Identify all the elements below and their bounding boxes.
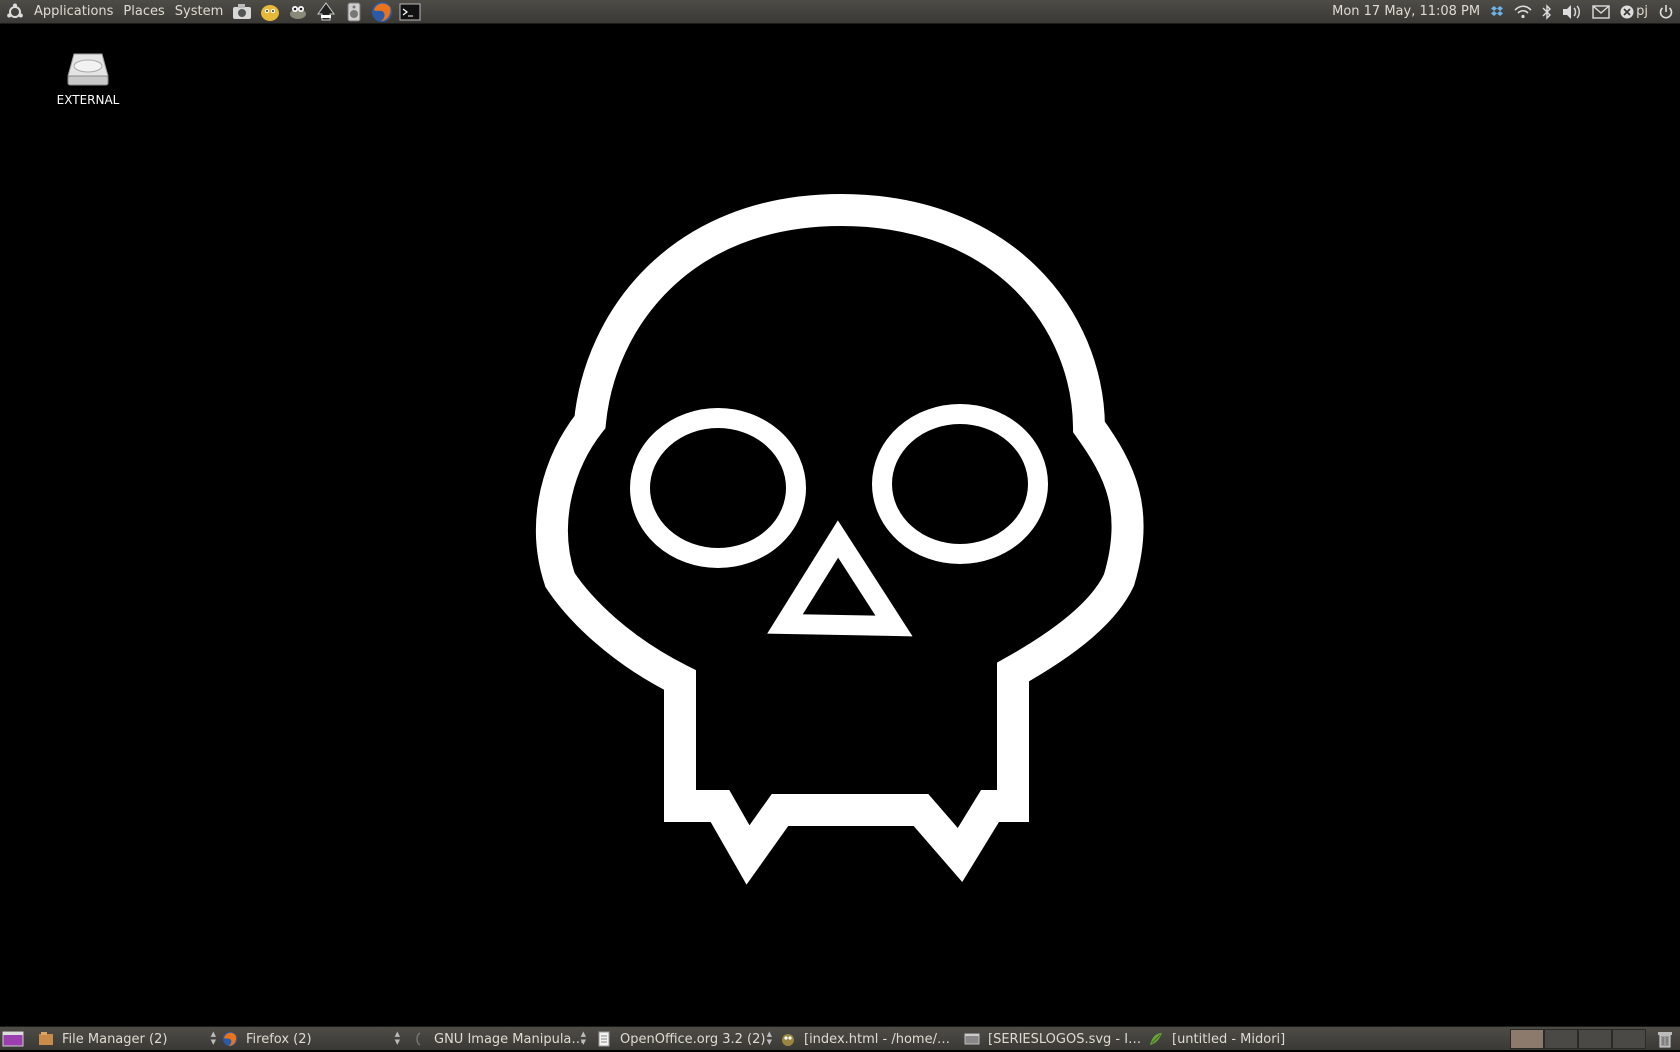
desktop-icon-label: EXTERNAL: [56, 93, 120, 107]
task-firefox[interactable]: Firefox (2) ▲ ▼: [218, 1027, 402, 1051]
group-arrows-icon: ▲ ▼: [766, 1030, 772, 1046]
volume-icon[interactable]: [1562, 4, 1582, 20]
pidgin-icon[interactable]: [259, 1, 281, 23]
mail-icon[interactable]: [1592, 4, 1610, 19]
user-name[interactable]: pj: [1636, 4, 1648, 19]
inkscape-icon[interactable]: [315, 1, 337, 23]
document-icon: [598, 1031, 610, 1047]
ubuntu-logo-icon[interactable]: [4, 1, 26, 23]
task-label: Firefox (2): [246, 1031, 312, 1047]
drive-icon: [67, 53, 109, 86]
task-label: [SERIESLOGOS.svg - In...: [988, 1031, 1142, 1047]
workspace-4[interactable]: [1612, 1029, 1646, 1049]
menu-places[interactable]: Places: [118, 0, 169, 24]
task-openoffice[interactable]: OpenOffice.org 3.2 (2) ▲ ▼: [592, 1027, 774, 1051]
group-arrows-icon: ▲ ▼: [580, 1030, 586, 1046]
nose: [767, 520, 913, 637]
workspace-1[interactable]: [1510, 1029, 1544, 1049]
menu-applications[interactable]: Applications: [29, 0, 118, 24]
task-label: OpenOffice.org 3.2 (2): [620, 1031, 766, 1047]
group-arrows-icon: ▲ ▼: [394, 1030, 400, 1046]
task-label: GNU Image Manipulati...: [434, 1031, 588, 1047]
desktop-icon-external[interactable]: EXTERNAL: [48, 50, 128, 107]
task-label: [index.html - /home/pj/...: [804, 1031, 958, 1047]
menu-system[interactable]: System: [170, 0, 228, 24]
screenshot-icon[interactable]: [231, 1, 253, 23]
editor-app-icon: [782, 1034, 794, 1046]
firefox-icon[interactable]: [371, 1, 393, 23]
task-midori[interactable]: [untitled - Midori]: [1144, 1027, 1326, 1051]
group-arrows-icon: ▲ ▼: [210, 1030, 216, 1046]
speaker-app-icon[interactable]: [343, 1, 365, 23]
task-inkscape[interactable]: [SERIESLOGOS.svg - In...: [960, 1027, 1142, 1051]
show-desktop-icon[interactable]: [2, 1030, 24, 1048]
workspace-2[interactable]: [1544, 1029, 1578, 1049]
bluetooth-icon[interactable]: [1542, 3, 1552, 20]
system-tray: Mon 17 May, 11:08 PM pj: [1327, 0, 1680, 24]
skull-wallpaper: [535, 193, 1144, 885]
task-index-html[interactable]: [index.html - /home/pj/...: [776, 1027, 958, 1051]
task-gimp[interactable]: GNU Image Manipulati... ▲ ▼: [406, 1027, 588, 1051]
gimp-icon: [416, 1032, 421, 1046]
firefox-icon: [223, 1032, 237, 1046]
left-eye: [630, 408, 806, 568]
window-icon: [964, 1033, 980, 1045]
midori-icon: [1150, 1033, 1162, 1045]
power-icon[interactable]: [1658, 4, 1674, 20]
bottom-panel: File Manager (2) ▲ ▼ Firefox (2) ▲ ▼ GNU I…: [0, 1026, 1680, 1050]
top-panel: Applications Places System Mon 17 May, 1…: [0, 0, 1680, 24]
clock[interactable]: Mon 17 May, 11:08 PM: [1332, 4, 1480, 19]
right-eye: [872, 404, 1048, 564]
task-label: [untitled - Midori]: [1172, 1031, 1286, 1047]
workspace-3[interactable]: [1578, 1029, 1612, 1049]
wifi-icon[interactable]: [1514, 4, 1532, 19]
file-manager-icon: [39, 1032, 53, 1045]
gimp-icon[interactable]: [287, 1, 309, 23]
trash-icon[interactable]: [1656, 1030, 1674, 1052]
task-label: File Manager (2): [62, 1031, 168, 1047]
terminal-icon[interactable]: [399, 1, 421, 23]
dropbox-icon[interactable]: [1490, 5, 1504, 19]
task-file-manager[interactable]: File Manager (2) ▲ ▼: [34, 1027, 218, 1051]
user-status-icon[interactable]: [1620, 5, 1634, 19]
